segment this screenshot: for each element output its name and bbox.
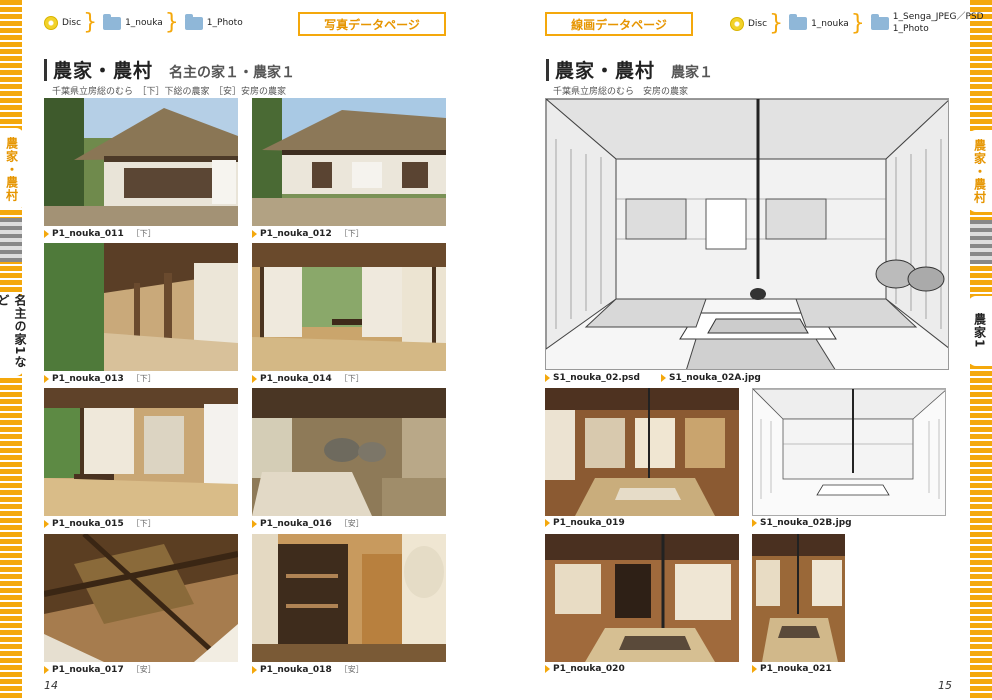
left-title-row: 農家・農村 名主の家１・農家１ xyxy=(44,56,295,83)
photo-caption: P1_nouka_017 ［安］ xyxy=(44,664,156,675)
photo-caption: P1_nouka_019 xyxy=(545,518,625,528)
photo-thumbnail[interactable] xyxy=(44,388,238,516)
line-art-main-image[interactable] xyxy=(545,98,949,370)
location-note: 千葉県立房総のむら 安房の農家 xyxy=(553,87,689,97)
hearth-room-photo xyxy=(545,388,739,516)
thatched-farmhouse-photo xyxy=(252,98,446,226)
photo-caption: P1_nouka_011 ［下］ xyxy=(44,228,156,239)
photo-thumbnail[interactable] xyxy=(752,534,845,662)
photo-caption: P1_nouka_012 ［下］ xyxy=(252,228,364,239)
photo-caption: P1_nouka_013 ［下］ xyxy=(44,373,156,384)
line-art-data-page-tag: 線画データページ xyxy=(545,12,693,36)
title-bar xyxy=(546,58,549,81)
line-art-thumbnail[interactable] xyxy=(752,388,946,516)
right-side-gray-band xyxy=(970,220,992,264)
photo-data-page-tag: 写真データページ xyxy=(298,12,446,36)
left-breadcrumb: Disc } 1_nouka } 1_Photo xyxy=(44,12,243,34)
right-title-row: 農家・農村 農家１ xyxy=(546,56,713,83)
line-art-small xyxy=(753,389,945,515)
page-title: 農家・農村 xyxy=(53,60,154,82)
photo-thumbnail[interactable] xyxy=(252,534,446,662)
right-side-tab-category[interactable]: 農家・農村 xyxy=(968,130,992,212)
folder-icon xyxy=(184,13,203,30)
brace-icon: } xyxy=(769,10,784,36)
storage-room-photo xyxy=(252,534,446,662)
roof-beams-photo xyxy=(44,534,238,662)
brace-icon: } xyxy=(164,10,179,35)
tatami-room-photo xyxy=(44,388,238,516)
page-subtitle: 名主の家１・農家１ xyxy=(169,65,296,81)
page-title: 農家・農村 xyxy=(555,60,656,82)
hearth-hook-photo xyxy=(545,534,739,662)
interior-photo xyxy=(252,243,446,371)
earthen-kitchen-photo xyxy=(252,388,446,516)
veranda-photo xyxy=(44,243,238,371)
right-breadcrumb: Disc } 1_nouka } 1_Senga_JPEG／PSD 1_Phot… xyxy=(730,12,984,35)
photo-thumbnail[interactable] xyxy=(545,534,739,662)
photo-thumbnail[interactable] xyxy=(252,243,446,371)
line-art-interior xyxy=(546,99,948,369)
crumb-folder-3[interactable]: 1_Photo xyxy=(893,24,984,36)
photo-thumbnail[interactable] xyxy=(545,388,739,516)
page-subtitle: 農家１ xyxy=(671,65,714,81)
left-side-tab-category[interactable]: 農家・農村 xyxy=(0,128,24,210)
disc-icon xyxy=(730,16,744,31)
crumb-folder-group: 1_Senga_JPEG／PSD 1_Photo xyxy=(893,12,984,35)
photo-caption: P1_nouka_020 xyxy=(545,664,625,674)
crumb-folder-1[interactable]: 1_nouka xyxy=(125,18,163,28)
photo-thumbnail[interactable] xyxy=(44,243,238,371)
right-side-tab-section[interactable]: 農家1 xyxy=(968,296,992,366)
crumb-folder-1[interactable]: 1_nouka xyxy=(811,19,849,29)
folder-icon xyxy=(789,14,808,31)
brace-icon: } xyxy=(850,10,865,36)
folder-icon xyxy=(870,14,889,31)
photo-thumbnail[interactable] xyxy=(252,388,446,516)
left-side-tab-section[interactable]: 名主の家1など xyxy=(0,294,27,376)
crumb-disc[interactable]: Disc xyxy=(748,19,767,29)
page-number-right: 15 xyxy=(938,679,952,692)
location-note: 千葉県立房総のむら ［下］下総の農家 ［安］安房の農家 xyxy=(52,87,287,97)
folder-icon xyxy=(103,13,122,30)
line-art-caption-jpg: S1_nouka_02A.jpg xyxy=(661,373,761,383)
disc-icon xyxy=(44,16,58,30)
photo-caption: S1_nouka_02B.jpg xyxy=(752,518,852,528)
thatched-farmhouse-photo xyxy=(44,98,238,226)
photo-caption: P1_nouka_016 ［安］ xyxy=(252,518,364,529)
left-side-gray-band xyxy=(0,218,22,262)
photo-caption: P1_nouka_015 ［下］ xyxy=(44,518,156,529)
line-art-caption-psd: S1_nouka_02.psd xyxy=(545,373,640,383)
title-bar xyxy=(44,58,47,81)
photo-thumbnail[interactable] xyxy=(252,98,446,226)
photo-thumbnail[interactable] xyxy=(44,534,238,662)
crumb-disc[interactable]: Disc xyxy=(62,18,81,28)
page-number-left: 14 xyxy=(44,679,58,692)
photo-caption: P1_nouka_021 xyxy=(752,664,832,674)
photo-caption: P1_nouka_014 ［下］ xyxy=(252,373,364,384)
brace-icon: } xyxy=(83,10,98,35)
photo-caption: P1_nouka_018 ［安］ xyxy=(252,664,364,675)
photo-thumbnail[interactable] xyxy=(44,98,238,226)
crumb-folder-2[interactable]: 1_Senga_JPEG／PSD xyxy=(893,12,984,24)
irori-hearth-photo xyxy=(752,534,845,662)
crumb-folder-2[interactable]: 1_Photo xyxy=(207,18,243,28)
